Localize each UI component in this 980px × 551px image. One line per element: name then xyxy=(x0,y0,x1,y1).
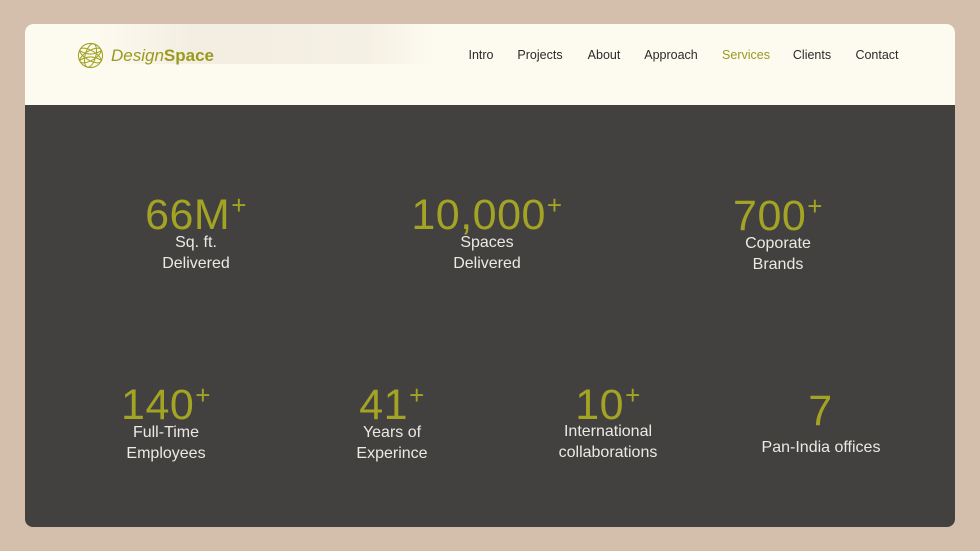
stat-label-line: Brands xyxy=(752,256,804,273)
stat-label: Coporate Brands xyxy=(693,233,863,275)
stat-value: 140+ xyxy=(121,371,211,429)
nav-link-clients[interactable]: Clients xyxy=(793,46,831,64)
stat-label-line: Delivered xyxy=(162,255,230,272)
stat-label: International collaborations xyxy=(523,421,693,463)
stat-label-line: Experince xyxy=(356,445,428,462)
nav-link-approach[interactable]: Approach xyxy=(644,46,698,64)
nav-link-about[interactable]: About xyxy=(588,46,621,64)
stat-value: 10,000+ xyxy=(411,181,562,239)
stat-label-line: Coporate xyxy=(745,235,811,252)
nav-link-services[interactable]: Services xyxy=(722,46,770,64)
stat-label-line: Employees xyxy=(126,445,206,462)
stat-value: 41+ xyxy=(359,371,425,429)
stat-label-line: International xyxy=(563,423,653,440)
stat-label: Full-Time Employees xyxy=(81,422,251,464)
stat-label: Pan-India offices xyxy=(736,437,906,458)
stat-suffix: + xyxy=(409,380,425,410)
stat-label-line: Full-Time xyxy=(132,424,200,441)
nav-link-contact[interactable]: Contact xyxy=(855,46,898,64)
stat-value: 7 xyxy=(808,377,833,435)
main-nav: Intro Projects About Approach Services C… xyxy=(25,46,955,64)
stat-suffix: + xyxy=(231,190,247,220)
stat-label-line: Sq. ft. xyxy=(175,234,217,251)
stat-suffix: + xyxy=(625,380,641,410)
stat-label-line: Pan-India offices xyxy=(761,439,881,456)
site-header: DesignSpace Intro Projects About Approac… xyxy=(25,24,955,105)
main-card: DesignSpace Intro Projects About Approac… xyxy=(25,24,955,527)
stat-suffix: + xyxy=(546,190,563,220)
stat-suffix: + xyxy=(807,191,823,221)
stat-suffix: + xyxy=(195,380,211,410)
stat-label: Spaces Delivered xyxy=(402,232,572,274)
stat-label: Years of Experince xyxy=(307,422,477,464)
stat-label-line: Spaces xyxy=(460,234,514,251)
stat-label-line: Delivered xyxy=(453,255,521,272)
stat-label-line: Years of xyxy=(362,424,422,441)
stat-value: 700+ xyxy=(733,182,823,240)
stat-label: Sq. ft. Delivered xyxy=(111,232,281,274)
stat-label-line: collaborations xyxy=(558,444,658,461)
nav-link-intro[interactable]: Intro xyxy=(468,46,493,64)
stat-number: 7 xyxy=(808,387,833,435)
stat-value: 66M+ xyxy=(145,181,247,239)
nav-link-projects[interactable]: Projects xyxy=(517,46,562,64)
